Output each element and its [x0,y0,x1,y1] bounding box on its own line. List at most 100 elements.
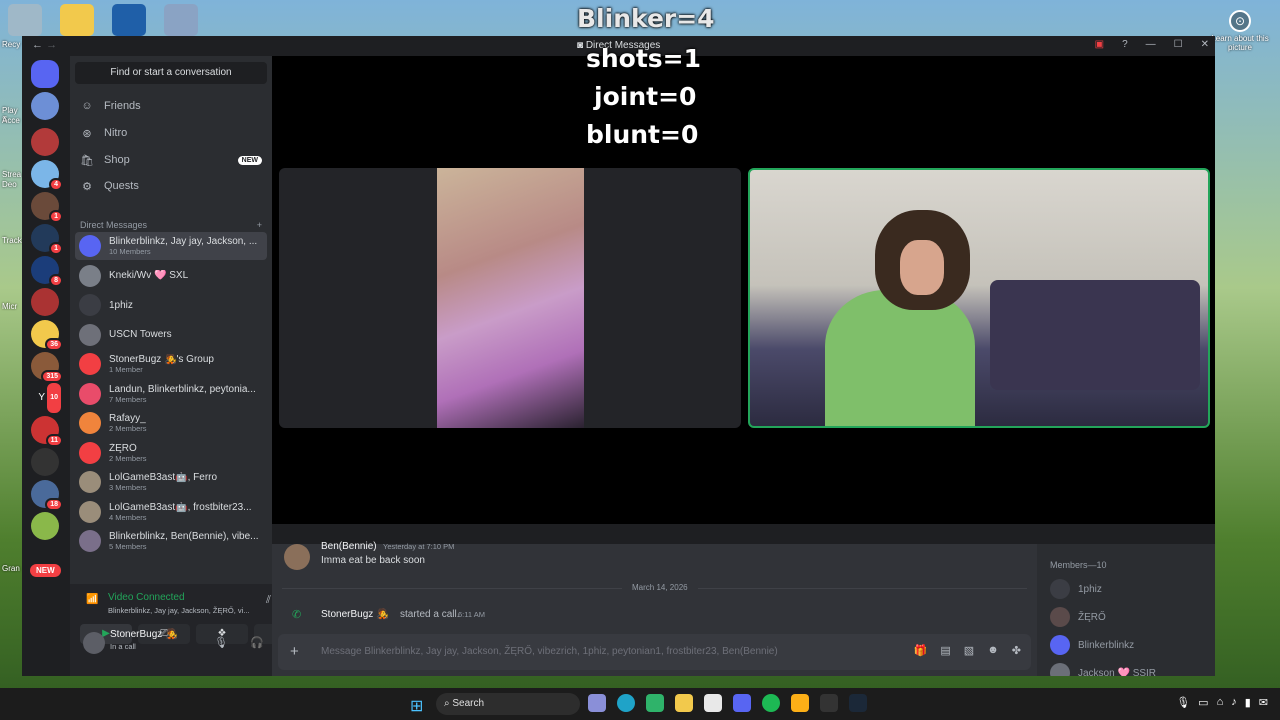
bed-shape [990,280,1200,390]
notification-badge: 8 [49,274,63,287]
member-item[interactable]: Jackson 🩷 SSIR [1050,662,1156,676]
video-tile[interactable] [279,168,741,428]
dm-item[interactable]: Kneki/Wv 🩷 SXL [75,262,267,290]
emoji-icon[interactable]: ☻ [987,644,999,657]
desktop-label: Acce [2,116,20,125]
volume-icon[interactable]: ♪ [1231,696,1237,709]
avatar [79,382,101,405]
username[interactable]: StonerBugz 🧑‍🎤 [110,629,178,640]
back-arrow-icon[interactable]: ← [32,39,43,51]
dm-item[interactable]: Blinkerblinkz, Jay jay, Jackson, ... 10 M… [75,232,267,260]
rockstar-icon[interactable] [791,694,809,712]
member-item[interactable]: Blinkerblinkz [1050,634,1134,656]
server-icon[interactable] [31,128,59,156]
search-input[interactable]: Find or start a conversation [75,62,267,84]
video-tile-speaking[interactable] [748,168,1210,428]
microphone-icon[interactable]: 🎙 [1176,696,1190,709]
new-unreads-pill[interactable]: NEW [30,564,61,577]
dm-item[interactable]: Rafayy_ 2 Members [75,409,267,437]
nav-nitro[interactable]: ⊛ Nitro [80,121,262,145]
nav-quests[interactable]: ⚙ Quests [80,174,262,198]
user-status: In a call [110,642,136,651]
file-explorer-icon[interactable] [675,694,693,712]
server-icon[interactable]: 11 [31,416,63,447]
dm-item[interactable]: ŽĘRŐ 2 Members [75,439,267,467]
store-icon[interactable] [704,694,722,712]
dm-member-count: 1 Member [109,365,143,374]
microphone-icon[interactable]: 🎙 [214,636,228,649]
city-game-icon[interactable] [164,4,198,36]
notification-icon[interactable]: ✉ [1259,696,1268,709]
server-icon[interactable] [31,512,59,540]
edge-browser-icon[interactable] [617,694,635,712]
folder-icon[interactable] [60,4,94,36]
forward-arrow-icon[interactable]: → [46,39,57,51]
avatar [79,353,101,375]
dm-item[interactable]: StonerBugz 🧑‍🎤's Group 1 Member [75,350,267,378]
server-icon[interactable]: 8 [31,256,63,287]
recycle-bin-icon[interactable] [8,4,42,36]
gift-icon[interactable]: 🎁 [914,644,928,657]
learn-about-picture[interactable]: ⊙ Learn about this picture [1210,10,1270,52]
taskbar-search[interactable]: ⌕ Search [436,693,580,715]
help-icon[interactable]: ? [1122,39,1128,50]
notification-badge: 1 [49,210,63,223]
voice-status[interactable]: Video Connected [108,592,185,603]
dm-name: StonerBugz 🧑‍🎤's Group [109,354,214,365]
gif-icon[interactable]: ▤ [940,644,950,657]
server-icon[interactable]: 1 [31,224,63,255]
call-author[interactable]: StonerBugz 🧑‍🎤 [321,609,389,620]
steam-icon[interactable] [849,694,867,712]
sticker-icon[interactable]: ▧ [964,644,974,657]
close-icon[interactable]: ✕ [1201,39,1209,50]
epic-games-icon[interactable] [820,694,838,712]
dm-header-label: Direct Messages [80,220,148,230]
create-dm-button[interactable]: + [257,220,262,230]
server-icon[interactable]: YS10 [31,381,63,415]
member-item[interactable]: 1phiz [1050,578,1102,600]
inbox-icon[interactable]: ▣ [1095,39,1104,50]
message-author[interactable]: Ben(Bennie) [321,541,377,552]
server-icon[interactable]: 4 [31,160,63,191]
maximize-icon[interactable]: ☐ [1174,39,1183,50]
xbox-icon[interactable] [646,694,664,712]
server-icon[interactable]: 1 [31,192,63,223]
notification-badge: 1 [49,242,63,255]
nav-friends[interactable]: ☺ Friends [80,94,262,118]
minimize-icon[interactable]: — [1146,39,1156,50]
server-icon[interactable] [31,288,59,316]
rocket-league-icon[interactable] [112,4,146,36]
battery-icon[interactable]: ▮ [1245,696,1251,709]
display-icon[interactable]: ▭ [1198,696,1208,709]
dm-item[interactable]: Blinkerblinkz, Ben(Bennie), vibe... 5 Mem… [75,527,267,555]
signal-icon[interactable]: 📶 [86,594,98,605]
server-icon[interactable]: 18 [31,480,63,511]
dm-item[interactable]: Landun, Blinkerblinkz, peytonia... 7 Memb… [75,380,267,408]
dm-item[interactable]: LolGameB3ast🤖, frostbiter23... 4 Members [75,498,267,526]
dm-item[interactable]: LolGameB3ast🤖, Ferro 3 Members [75,468,267,496]
message-input[interactable]: + Message Blinkerblinkz, Jay jay, Jackso… [278,634,1031,670]
headphones-icon[interactable]: 🎧 [250,636,264,649]
member-item[interactable]: ŽĘRŐ [1050,606,1106,628]
avatar[interactable] [284,544,310,570]
noise-suppression-icon[interactable]: ⫽ [266,594,271,607]
windows-start-icon[interactable]: ⊞ [410,696,423,716]
network-icon[interactable]: ⌂ [1217,696,1224,709]
avatar [79,264,101,287]
spotify-icon[interactable] [762,694,780,712]
server-icon[interactable]: 36 [31,320,63,351]
attach-plus-icon[interactable]: + [290,643,299,660]
home-button[interactable] [31,60,59,88]
avatar[interactable] [83,632,105,654]
nav-shop[interactable]: 🛍 Shop NEW [80,148,262,172]
server-icon[interactable] [31,448,59,476]
input-tools: 🎁 ▤ ▧ ☻ ✤ [914,644,1021,657]
dm-item[interactable]: 1phiz [75,291,267,319]
voice-channel[interactable]: Blinkerblinkz, Jay jay, Jackson, ŽĘRŐ, v… [108,606,258,615]
game-controller-icon[interactable] [588,694,606,712]
discord-icon[interactable] [733,694,751,712]
apps-icon[interactable]: ✤ [1012,644,1021,657]
server-icon[interactable]: 315 [31,352,63,383]
server-icon[interactable] [31,92,59,120]
dm-item[interactable]: USCN Towers [75,321,267,349]
